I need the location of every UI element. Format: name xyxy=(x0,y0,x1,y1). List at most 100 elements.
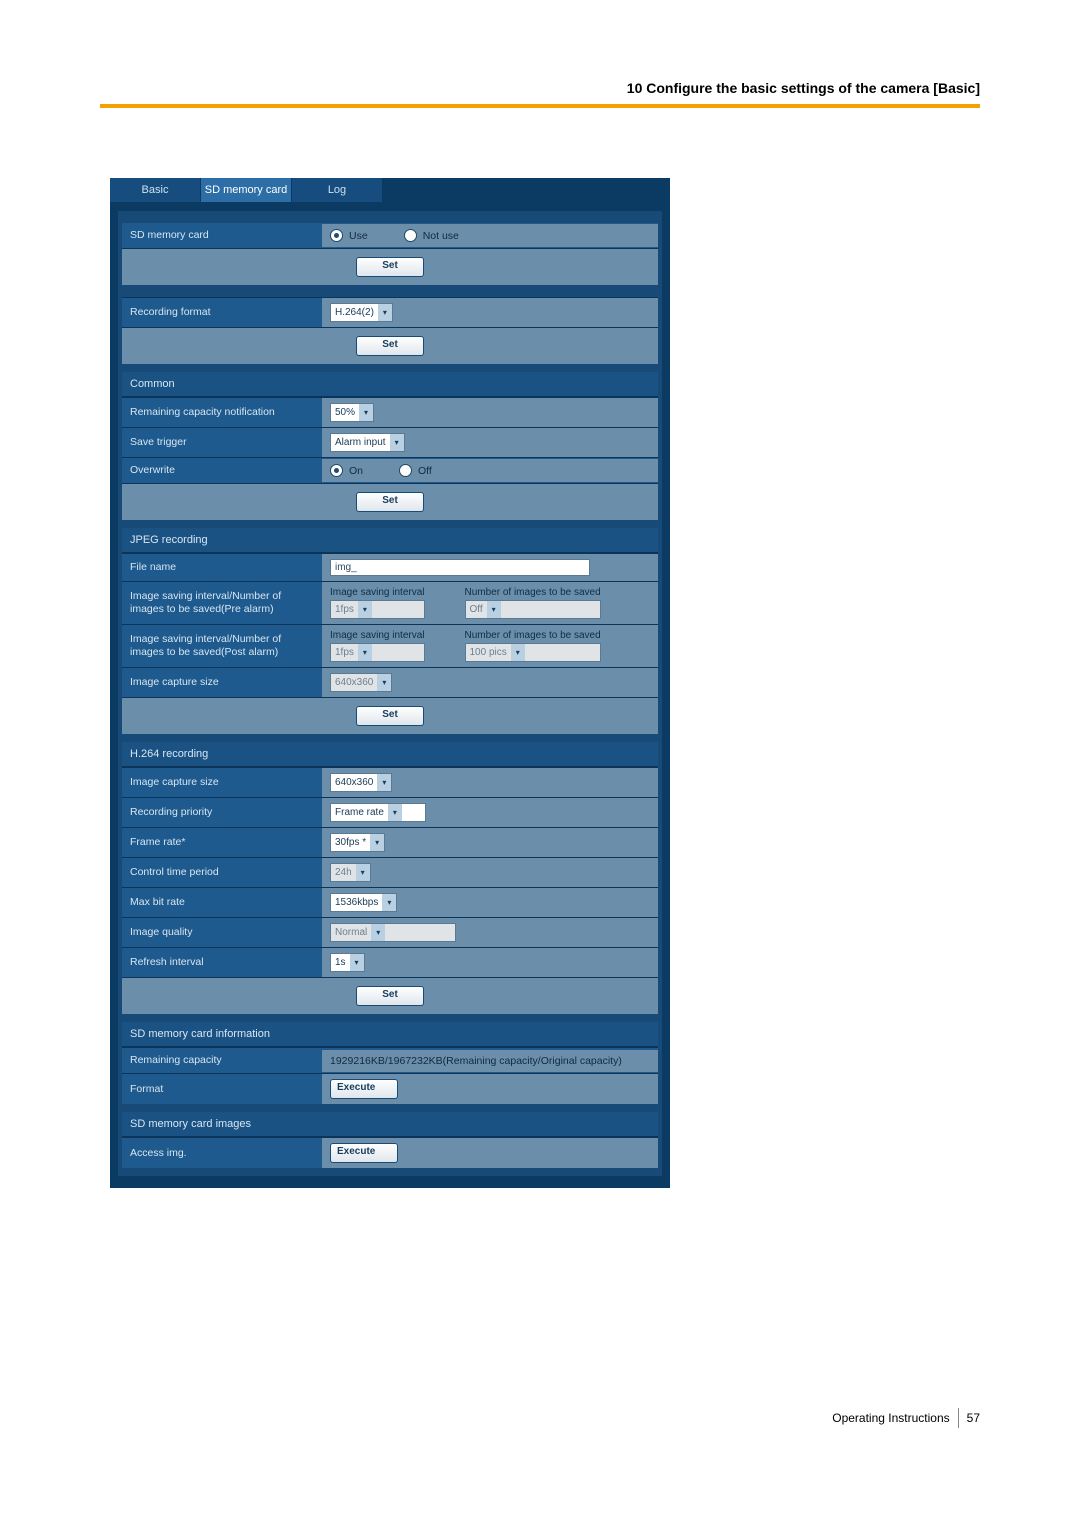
h264-capture-label: Image capture size xyxy=(122,770,322,795)
jpeg-filename-label: File name xyxy=(122,555,322,580)
section-sd-images: SD memory card images xyxy=(122,1112,658,1137)
remaining-notif-select[interactable]: 50% ▾ xyxy=(330,403,374,422)
jpeg-capture-value: 640x360 xyxy=(335,677,373,688)
chevron-down-icon: ▾ xyxy=(378,304,392,321)
chevron-down-icon: ▾ xyxy=(350,954,364,971)
chevron-down-icon: ▾ xyxy=(390,434,404,451)
header-rule xyxy=(100,104,980,108)
sd-not-use-radio[interactable] xyxy=(404,229,417,242)
h264-control-label: Control time period xyxy=(122,860,322,885)
h264-capture-value: 640x360 xyxy=(335,777,373,788)
chevron-down-icon: ▾ xyxy=(487,601,501,618)
h264-refresh-select[interactable]: 1s ▾ xyxy=(330,953,365,972)
chevron-down-icon: ▾ xyxy=(377,774,391,791)
page-header-title: 10 Configure the basic settings of the c… xyxy=(100,80,980,102)
remaining-capacity-value: 1929216KB/1967232KB(Remaining capacity/O… xyxy=(330,1055,622,1067)
chevron-down-icon: ▾ xyxy=(382,894,396,911)
h264-maxbitrate-select[interactable]: 1536kbps ▾ xyxy=(330,893,397,912)
h264-framerate-label: Frame rate* xyxy=(122,830,322,855)
chevron-down-icon: ▾ xyxy=(388,804,402,821)
chevron-down-icon: ▾ xyxy=(371,924,385,941)
set-button-jpeg[interactable]: Set xyxy=(356,706,424,726)
jpeg-post-interval-label: Image saving interval xyxy=(330,630,425,641)
jpeg-post-count-value: 100 pics xyxy=(470,647,507,658)
recording-format-label: Recording format xyxy=(122,300,322,325)
h264-capture-select[interactable]: 640x360 ▾ xyxy=(330,773,392,792)
jpeg-capture-select: 640x360 ▾ xyxy=(330,673,392,692)
jpeg-post-count-select: 100 pics ▾ xyxy=(465,643,601,662)
format-label: Format xyxy=(122,1077,322,1102)
chevron-down-icon: ▾ xyxy=(359,404,373,421)
set-button-format[interactable]: Set xyxy=(356,336,424,356)
chevron-down-icon: ▾ xyxy=(370,834,384,851)
jpeg-pre-count-label: Number of images to be saved xyxy=(465,587,601,598)
h264-control-select: 24h ▾ xyxy=(330,863,371,882)
h264-control-value: 24h xyxy=(335,867,352,878)
remaining-notif-value: 50% xyxy=(335,407,355,418)
access-img-label: Access img. xyxy=(122,1141,322,1166)
jpeg-post-interval-value: 1fps xyxy=(335,647,354,658)
section-sd-info: SD memory card information xyxy=(122,1022,658,1047)
section-common: Common xyxy=(122,372,658,397)
recording-format-select[interactable]: H.264(2) ▾ xyxy=(330,303,393,322)
jpeg-pre-interval-label: Image saving interval xyxy=(330,587,425,598)
h264-framerate-value: 30fps * xyxy=(335,837,366,848)
chevron-down-icon: ▾ xyxy=(356,864,370,881)
save-trigger-value: Alarm input xyxy=(335,437,386,448)
jpeg-capture-label: Image capture size xyxy=(122,670,322,695)
overwrite-label: Overwrite xyxy=(122,458,322,483)
chevron-down-icon: ▾ xyxy=(358,644,372,661)
chevron-down-icon: ▾ xyxy=(358,601,372,618)
overwrite-on-radio[interactable] xyxy=(330,464,343,477)
chevron-down-icon: ▾ xyxy=(511,644,525,661)
set-button-sd[interactable]: Set xyxy=(356,257,424,277)
sd-use-radio[interactable] xyxy=(330,229,343,242)
jpeg-pre-label: Image saving interval/Number of images t… xyxy=(122,584,322,622)
tab-basic[interactable]: Basic xyxy=(110,178,201,202)
jpeg-filename-input[interactable] xyxy=(330,559,590,576)
overwrite-on-label: On xyxy=(349,465,363,477)
h264-priority-select[interactable]: Frame rate ▾ xyxy=(330,803,426,822)
save-trigger-label: Save trigger xyxy=(122,430,322,455)
sd-not-use-label: Not use xyxy=(423,230,459,242)
h264-quality-select: Normal ▾ xyxy=(330,923,456,942)
set-button-common[interactable]: Set xyxy=(356,492,424,512)
h264-quality-label: Image quality xyxy=(122,920,322,945)
chevron-down-icon: ▾ xyxy=(377,674,391,691)
overwrite-off-label: Off xyxy=(418,465,432,477)
recording-format-value: H.264(2) xyxy=(335,307,374,318)
h264-framerate-select[interactable]: 30fps * ▾ xyxy=(330,833,385,852)
footer-text: Operating Instructions xyxy=(832,1411,949,1425)
tab-sd-memory-card[interactable]: SD memory card xyxy=(201,178,292,202)
remaining-notif-label: Remaining capacity notification xyxy=(122,400,322,425)
jpeg-post-interval-select: 1fps ▾ xyxy=(330,643,425,662)
h264-priority-label: Recording priority xyxy=(122,800,322,825)
remaining-capacity-label: Remaining capacity xyxy=(122,1048,322,1073)
section-h264: H.264 recording xyxy=(122,742,658,767)
jpeg-pre-count-value: Off xyxy=(470,604,483,615)
access-img-execute-button[interactable]: Execute xyxy=(330,1143,398,1163)
jpeg-pre-count-select: Off ▾ xyxy=(465,600,601,619)
page-number: 57 xyxy=(967,1411,980,1425)
h264-maxbitrate-label: Max bit rate xyxy=(122,890,322,915)
save-trigger-select[interactable]: Alarm input ▾ xyxy=(330,433,405,452)
format-execute-button[interactable]: Execute xyxy=(330,1079,398,1099)
jpeg-post-count-label: Number of images to be saved xyxy=(465,630,601,641)
section-jpeg: JPEG recording xyxy=(122,528,658,553)
h264-refresh-value: 1s xyxy=(335,957,346,968)
footer-divider xyxy=(958,1408,959,1428)
tab-bar: Basic SD memory card Log xyxy=(110,178,670,203)
set-button-h264[interactable]: Set xyxy=(356,986,424,1006)
config-panel: Basic SD memory card Log SD memory card … xyxy=(110,178,670,1188)
tab-log[interactable]: Log xyxy=(292,178,383,202)
sd-use-label: Use xyxy=(349,230,368,242)
h264-maxbitrate-value: 1536kbps xyxy=(335,897,378,908)
h264-priority-value: Frame rate xyxy=(335,807,384,818)
jpeg-pre-interval-select: 1fps ▾ xyxy=(330,600,425,619)
jpeg-pre-interval-value: 1fps xyxy=(335,604,354,615)
jpeg-post-label: Image saving interval/Number of images t… xyxy=(122,627,322,665)
overwrite-off-radio[interactable] xyxy=(399,464,412,477)
h264-refresh-label: Refresh interval xyxy=(122,950,322,975)
sd-card-label: SD memory card xyxy=(122,223,322,248)
h264-quality-value: Normal xyxy=(335,927,367,938)
